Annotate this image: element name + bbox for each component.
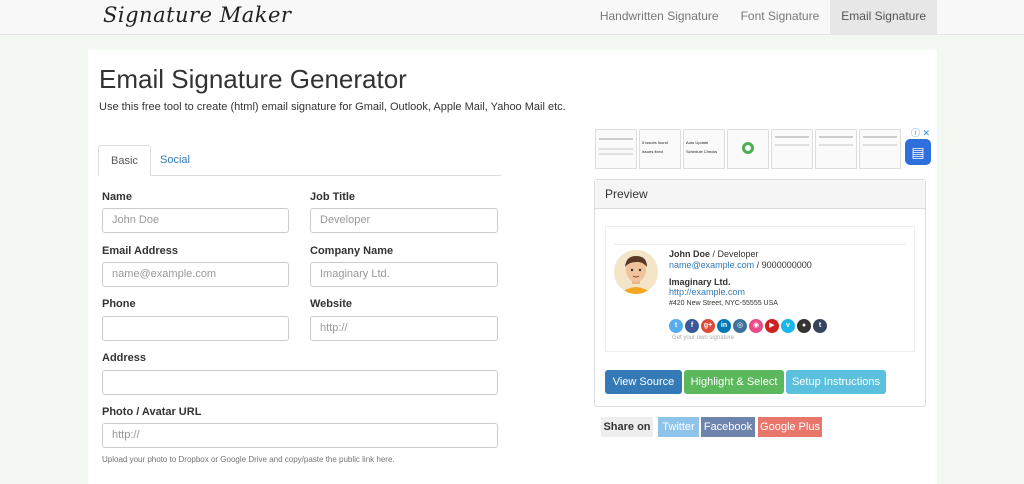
ad-info-icon[interactable]: ⓘ ✕ <box>911 126 930 139</box>
signature-footer[interactable]: Get your own signature <box>672 335 734 341</box>
ad-thumbnail: 5 issues found issues fixed <box>639 129 681 169</box>
preview-panel: Preview John Doe / Developer name@exampl… <box>594 179 926 407</box>
navbar: Signature Maker Handwritten Signature Fo… <box>0 0 1024 35</box>
signature-address: #420 New Street, NYC-55555 USA <box>669 300 778 307</box>
ad-app-icon[interactable]: ▤ <box>905 139 931 165</box>
avatar <box>614 250 658 294</box>
job-title-label: Job Title <box>310 191 356 203</box>
address-label: Address <box>102 352 147 364</box>
signature-contact-line: name@example.com / 9000000000 <box>669 260 812 270</box>
tab-basic[interactable]: Basic <box>98 145 151 176</box>
youtube-icon[interactable]: ▶ <box>765 319 779 333</box>
signature-name: John Doe <box>669 249 711 259</box>
view-source-button[interactable]: View Source <box>605 370 682 394</box>
twitter-icon[interactable]: t <box>669 319 683 333</box>
ad-thumbnail <box>595 129 637 169</box>
instagram-icon[interactable]: ◎ <box>733 319 747 333</box>
ad-thumbnail: Auto Update Schedule Checks <box>683 129 725 169</box>
social-icons: t f g+ in ◎ ◉ ▶ v ● t <box>669 319 827 333</box>
highlight-select-button[interactable]: Highlight & Select <box>684 370 784 394</box>
ad-banner[interactable]: 5 issues found issues fixed Auto Update … <box>595 126 934 169</box>
page-title: Email Signature Generator <box>99 64 407 94</box>
nav-menu: Handwritten Signature Font Signature Ema… <box>589 0 937 35</box>
tab-social[interactable]: Social <box>148 145 202 176</box>
company-label: Company Name <box>310 245 394 257</box>
vimeo-icon[interactable]: v <box>781 319 795 333</box>
main-container: Email Signature Generator Use this free … <box>88 50 937 484</box>
nav-handwritten-signature[interactable]: Handwritten Signature <box>589 0 730 35</box>
signature-website-link[interactable]: http://example.com <box>669 287 745 297</box>
name-input[interactable]: John Doe <box>102 208 289 233</box>
google-plus-icon[interactable]: g+ <box>701 319 715 333</box>
phone-label: Phone <box>102 298 136 310</box>
share-label: Share on <box>601 417 653 437</box>
share-twitter-button[interactable]: Twitter <box>658 417 699 437</box>
photo-url-input[interactable]: http:// <box>102 423 498 448</box>
tumblr-icon[interactable]: t <box>813 319 827 333</box>
company-input[interactable]: Imaginary Ltd. <box>310 262 498 287</box>
phone-input[interactable] <box>102 316 289 341</box>
signature-company: Imaginary Ltd. <box>669 277 731 287</box>
facebook-icon[interactable]: f <box>685 319 699 333</box>
github-icon[interactable]: ● <box>797 319 811 333</box>
ad-thumbnail <box>727 129 769 169</box>
signature-preview: John Doe / Developer name@example.com / … <box>605 226 915 352</box>
website-input[interactable]: http:// <box>310 316 498 341</box>
setup-instructions-button[interactable]: Setup Instructions <box>786 370 886 394</box>
address-input[interactable] <box>102 370 498 395</box>
website-label: Website <box>310 298 352 310</box>
signature-website-line: http://example.com <box>669 287 745 297</box>
divider <box>614 244 906 245</box>
signature-phone: / 9000000000 <box>754 260 812 270</box>
signature-email-link[interactable]: name@example.com <box>669 260 754 270</box>
form-tabs: Basic Social <box>98 145 501 176</box>
linkedin-icon[interactable]: in <box>717 319 731 333</box>
ad-thumbnail <box>859 129 901 169</box>
name-label: Name <box>102 191 132 203</box>
preview-heading: Preview <box>595 180 925 209</box>
ad-thumbnail <box>815 129 857 169</box>
share-facebook-button[interactable]: Facebook <box>701 417 755 437</box>
signature-name-line: John Doe / Developer <box>669 249 759 259</box>
ad-thumbnail <box>771 129 813 169</box>
dribbble-icon[interactable]: ◉ <box>749 319 763 333</box>
photo-help-text: Upload your photo to Dropbox or Google D… <box>102 455 395 464</box>
brand-logo[interactable]: Signature Maker <box>103 3 291 27</box>
nav-email-signature[interactable]: Email Signature <box>830 0 937 35</box>
email-input[interactable]: name@example.com <box>102 262 289 287</box>
share-google-plus-button[interactable]: Google Plus <box>758 417 822 437</box>
job-title-input[interactable]: Developer <box>310 208 498 233</box>
page-lead: Use this free tool to create (html) emai… <box>99 101 566 113</box>
photo-url-label: Photo / Avatar URL <box>102 406 202 418</box>
signature-job-title: / Developer <box>710 249 759 259</box>
nav-font-signature[interactable]: Font Signature <box>730 0 831 35</box>
email-label: Email Address <box>102 245 179 257</box>
